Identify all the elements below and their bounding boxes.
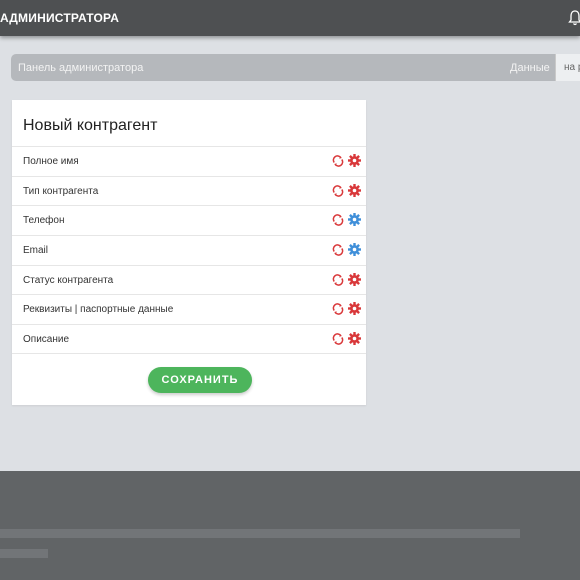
field-list: Полное имя Тип контрагента Телефон Email Ста… [12, 146, 366, 354]
breadcrumb-home-link[interactable]: Панель администратора [18, 62, 143, 74]
top-navbar: АДМИНИСТРАТОРА [0, 0, 580, 36]
field-label: Реквизиты | паспортные данные [23, 304, 174, 316]
sync-icon[interactable] [332, 273, 344, 286]
field-label: Тип контрагента [23, 185, 99, 197]
gear-icon[interactable] [348, 243, 361, 257]
field-row: Тип контрагента [12, 175, 366, 206]
save-button[interactable]: СОХРАНИТЬ [148, 367, 252, 393]
gear-icon[interactable] [348, 154, 361, 167]
field-row: Статус контрагента [12, 264, 366, 295]
field-row: Описание [12, 324, 366, 354]
gear-icon[interactable] [348, 213, 361, 227]
footer-blurred-text [0, 529, 520, 538]
sync-icon[interactable] [332, 184, 344, 197]
breadcrumb-right-tab[interactable]: на р [555, 54, 580, 81]
sync-icon[interactable] [332, 303, 344, 316]
field-label: Email [23, 245, 49, 257]
field-label: Описание [23, 334, 70, 346]
new-counterparty-form: Новый контрагент Полное имя Тип контраген… [12, 100, 366, 405]
footer-blurred-text [0, 549, 48, 558]
form-title: Новый контрагент [23, 117, 158, 134]
gear-icon[interactable] [348, 332, 361, 346]
sync-icon[interactable] [332, 155, 344, 167]
sync-icon[interactable] [332, 214, 344, 227]
bell-icon[interactable] [568, 10, 580, 26]
field-label: Телефон [23, 215, 65, 227]
gear-icon[interactable] [348, 272, 361, 286]
sync-icon[interactable] [332, 333, 344, 345]
app-title: АДМИНИСТРАТОРА [0, 11, 120, 25]
breadcrumb: Панель администратора Данные на р [11, 54, 580, 81]
field-label: Статус контрагента [23, 274, 114, 286]
field-row: Полное имя [12, 146, 366, 176]
field-row: Email [12, 235, 366, 265]
footer [0, 471, 580, 580]
breadcrumb-current[interactable]: Данные [510, 62, 550, 74]
field-row: Телефон [12, 205, 366, 235]
field-label: Полное имя [23, 156, 79, 167]
field-row: Реквизиты | паспортные данные [12, 294, 366, 324]
gear-icon[interactable] [348, 183, 361, 197]
gear-icon[interactable] [348, 302, 361, 316]
sync-icon[interactable] [332, 244, 344, 256]
